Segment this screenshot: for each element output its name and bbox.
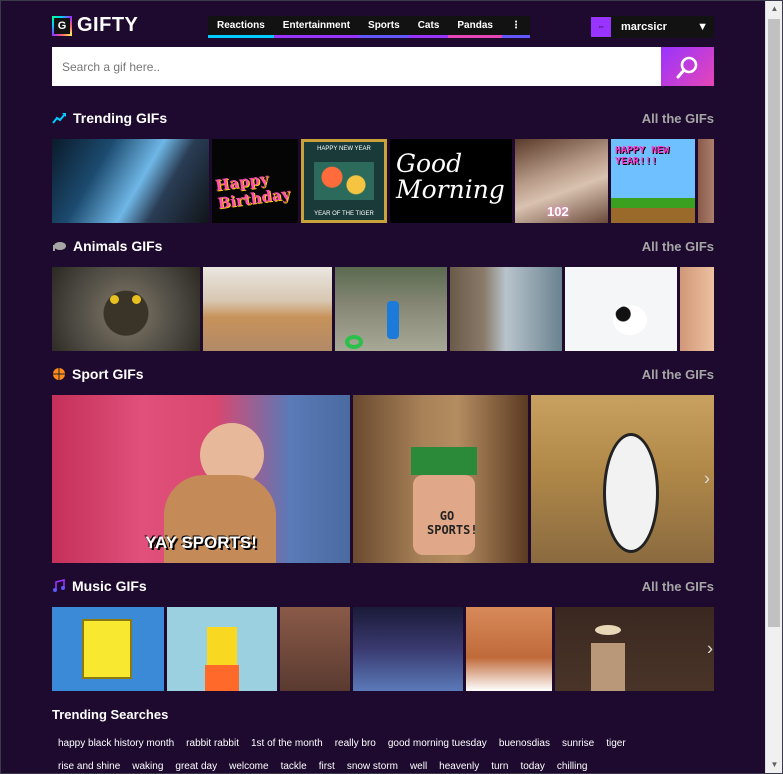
trending-search-chip[interactable]: turn	[485, 759, 514, 774]
scrollbar-thumb[interactable]	[768, 19, 780, 627]
basketball-icon	[53, 368, 65, 380]
gif-genie-tv[interactable]	[52, 139, 209, 223]
section-title-trending: Trending GIFs	[52, 110, 167, 126]
gif-spongebob[interactable]	[52, 607, 164, 691]
category-nav: Reactions Entertainment Sports Cats Pand…	[208, 16, 530, 38]
gif-baby-headphones[interactable]	[280, 607, 350, 691]
gif-pixel-new-year[interactable]: HAPPY NEW YEAR!!!	[611, 139, 695, 223]
gif-happy-birthday[interactable]: Happy Birthday	[212, 139, 298, 223]
section-title-sport: Sport GIFs	[52, 366, 144, 382]
nav-sports[interactable]: Sports	[359, 16, 409, 38]
gif-cat-dolphin[interactable]	[450, 267, 562, 351]
trending-search-chip[interactable]: happy black history month	[52, 736, 180, 751]
gif-birthday-cake[interactable]: 102	[515, 139, 608, 223]
cake-number: 102	[547, 204, 569, 219]
gif-cats-and-dog[interactable]	[203, 267, 332, 351]
sport-gif-row: YAY SPORTS! GO SPORTS! ›	[52, 395, 714, 563]
header: G GIFTY Reactions Entertainment Sports C…	[52, 14, 714, 40]
pixel-newyear-text: HAPPY NEW YEAR!!!	[615, 145, 670, 167]
trending-searches-list: happy black history month rabbit rabbit …	[52, 736, 714, 774]
section-title-music: Music GIFs	[52, 578, 147, 594]
logo-mark: G	[52, 15, 72, 36]
trending-search-chip[interactable]: tiger	[600, 736, 631, 751]
trending-search-chip[interactable]: rabbit rabbit	[180, 736, 245, 751]
animals-gif-row	[52, 267, 714, 351]
newyear-top-text: HAPPY NEW YEAR	[317, 146, 371, 152]
birthday-text: Happy Birthday	[213, 169, 292, 213]
sport-all-link[interactable]: All the GIFs	[642, 367, 714, 382]
gif-bird-toy[interactable]	[335, 267, 447, 351]
animals-all-link[interactable]: All the GIFs	[642, 239, 714, 254]
logo[interactable]: G GIFTY	[52, 14, 138, 37]
section-title-animals: Animals GIFs	[52, 238, 162, 254]
trending-search-chip[interactable]: buenosdias	[493, 736, 556, 751]
trending-all-link[interactable]: All the GIFs	[642, 111, 714, 126]
gif-dancing-man[interactable]	[353, 607, 463, 691]
user-menu[interactable]: ◦◦ marcsicr ▼	[591, 16, 714, 38]
scroll-down-icon[interactable]: ▼	[766, 757, 783, 773]
go-sports-text: GO SPORTS!	[427, 509, 478, 537]
search-bar	[52, 47, 714, 86]
gif-year-of-tiger[interactable]: HAPPY NEW YEAR YEAR OF THE TIGER	[301, 139, 387, 223]
good-morning-text: Good Morning	[396, 149, 505, 204]
trending-search-chip[interactable]: tackle	[275, 759, 313, 774]
search-button[interactable]	[661, 47, 714, 86]
gif-yay-sports[interactable]: YAY SPORTS!	[52, 395, 350, 563]
trending-search-chip[interactable]: great day	[169, 759, 223, 774]
trending-searches-title: Trending Searches	[52, 707, 169, 722]
gif-lemur[interactable]	[52, 267, 200, 351]
nav-cats[interactable]: Cats	[408, 16, 449, 38]
trending-search-chip[interactable]: 1st of the month	[245, 736, 329, 751]
scrollbar[interactable]: ▲ ▼	[765, 1, 782, 773]
section-title-text: Sport GIFs	[72, 366, 144, 382]
trending-arrow-icon	[52, 113, 66, 124]
trending-search-chip[interactable]: really bro	[329, 736, 382, 751]
logo-text: GIFTY	[77, 14, 139, 36]
trending-search-chip[interactable]: good morning tuesday	[382, 736, 493, 751]
gif-bart-simpson[interactable]	[167, 607, 277, 691]
gif-cowboy[interactable]: ›	[555, 607, 714, 691]
trending-search-chip[interactable]: chilling	[551, 759, 594, 774]
section-title-text: Music GIFs	[72, 578, 147, 594]
magnifier-icon	[676, 56, 697, 78]
nav-more-icon[interactable]: ⋮	[501, 16, 530, 38]
caret-down-icon: ▼	[697, 21, 708, 33]
trending-search-chip[interactable]: heavenly	[433, 759, 485, 774]
gif-kid-dancing[interactable]	[466, 607, 552, 691]
section-title-text: Trending GIFs	[73, 110, 168, 126]
chevron-right-icon[interactable]: ›	[707, 639, 713, 660]
trending-search-chip[interactable]: waking	[126, 759, 169, 774]
music-all-link[interactable]: All the GIFs	[642, 579, 714, 594]
music-note-icon	[53, 579, 65, 592]
avatar: ◦◦	[591, 17, 611, 37]
username: marcsicr	[621, 21, 667, 33]
trending-search-chip[interactable]: welcome	[223, 759, 274, 774]
gif-go-sports[interactable]: GO SPORTS!	[353, 395, 528, 563]
nav-entertainment[interactable]: Entertainment	[273, 16, 360, 38]
trending-search-chip[interactable]: well	[404, 759, 433, 774]
trending-search-chip[interactable]: first	[313, 759, 341, 774]
gif-panda-snow[interactable]	[565, 267, 677, 351]
nav-pandas[interactable]: Pandas	[448, 16, 502, 38]
newyear-bottom-text: YEAR OF THE TIGER	[314, 211, 374, 217]
nav-reactions[interactable]: Reactions	[208, 16, 274, 38]
chevron-right-icon[interactable]: ›	[704, 469, 710, 490]
music-gif-row: ›	[52, 607, 714, 691]
section-title-text: Animals GIFs	[73, 238, 163, 254]
scroll-up-icon[interactable]: ▲	[766, 1, 783, 17]
trending-search-chip[interactable]: sunrise	[556, 736, 600, 751]
trending-search-chip[interactable]: snow storm	[341, 759, 404, 774]
gif-kitchen-football[interactable]: ›	[531, 395, 714, 563]
trending-search-chip[interactable]: today	[514, 759, 550, 774]
elephant-icon	[53, 242, 66, 251]
search-input[interactable]	[52, 47, 661, 86]
gif-good-morning[interactable]: Good Morning	[390, 139, 512, 223]
yay-sports-caption: YAY SPORTS!	[145, 533, 257, 552]
trending-gif-row: Happy Birthday HAPPY NEW YEAR YEAR OF TH…	[52, 139, 714, 223]
trending-search-chip[interactable]: rise and shine	[52, 759, 126, 774]
gif-partial[interactable]	[698, 139, 714, 223]
gif-partial[interactable]	[680, 267, 714, 351]
